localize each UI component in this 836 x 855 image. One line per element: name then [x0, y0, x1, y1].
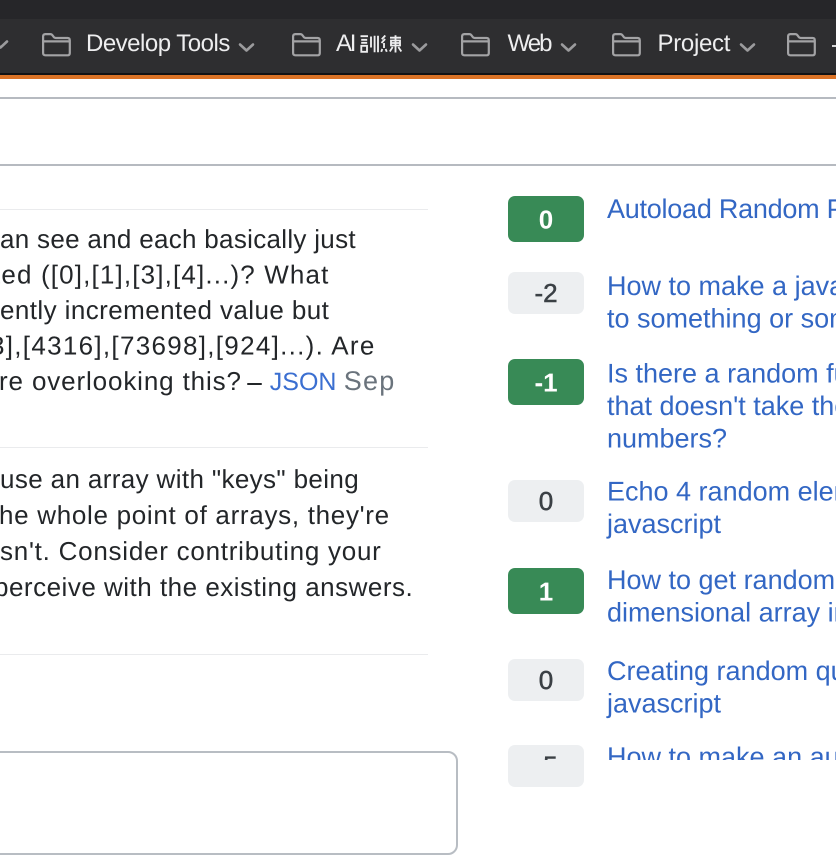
svg-text:sn't. Consider contributing yo: sn't. Consider contributing your — [0, 536, 382, 566]
svg-text:Echo 4 random elements with: Echo 4 random elements with — [607, 477, 836, 507]
svg-text:perceive with the existing ans: perceive with the existing answers. — [0, 572, 413, 602]
svg-text:Sep: Sep — [344, 366, 396, 396]
svg-text:re overlooking this?: re overlooking this? — [0, 366, 242, 396]
svg-text:he whole point of arrays, they: he whole point of arrays, they're — [0, 500, 390, 530]
svg-text:3],[4316],[73698],[924]...). A: 3],[4316],[73698],[924]...). Are — [0, 331, 376, 361]
svg-text:How to get random value of: How to get random value of — [607, 565, 836, 595]
svg-text:Project: Project — [658, 30, 731, 57]
svg-text:AI: AI — [336, 30, 355, 57]
svg-text:0: 0 — [539, 486, 553, 516]
svg-text:that doesn't take the whole: that doesn't take the whole — [607, 391, 836, 421]
svg-text:Develop Tools: Develop Tools — [86, 30, 230, 57]
svg-text:javascript: javascript — [606, 509, 722, 539]
svg-text:-5: -5 — [534, 751, 557, 761]
svg-text:Creating random questions in: Creating random questions in — [607, 656, 836, 686]
svg-text:How to make an automatic: How to make an automatic — [607, 742, 836, 760]
svg-text:0: 0 — [539, 665, 553, 695]
svg-text:use an array with "keys" being: use an array with "keys" being — [0, 464, 359, 494]
svg-text:Is there a random function: Is there a random function — [607, 359, 836, 389]
svg-text:-1: -1 — [534, 368, 557, 398]
svg-text:1: 1 — [539, 577, 553, 607]
svg-text:ted ([0],[1],[3],[4]...)? What: ted ([0],[1],[3],[4]...)? What — [0, 260, 330, 290]
svg-text:javascript: javascript — [606, 689, 722, 719]
svg-text:an see and each basically just: an see and each basically just — [0, 224, 356, 254]
svg-text:ently incremented value but: ently incremented value but — [0, 295, 330, 325]
svg-text:dimensional array in javascrip: dimensional array in javascript — [607, 598, 836, 628]
svg-text:-2: -2 — [534, 278, 557, 308]
svg-text:0: 0 — [539, 205, 553, 235]
svg-text:Autoload Random Page every vis: Autoload Random Page every visit — [607, 194, 836, 224]
svg-text:JSON: JSON — [270, 368, 337, 396]
svg-text:to something or something: to something or something — [607, 304, 836, 334]
svg-text:numbers?: numbers? — [607, 424, 727, 454]
svg-text:How to make a javascript go: How to make a javascript go — [607, 271, 836, 301]
svg-text:Web: Web — [508, 30, 553, 57]
